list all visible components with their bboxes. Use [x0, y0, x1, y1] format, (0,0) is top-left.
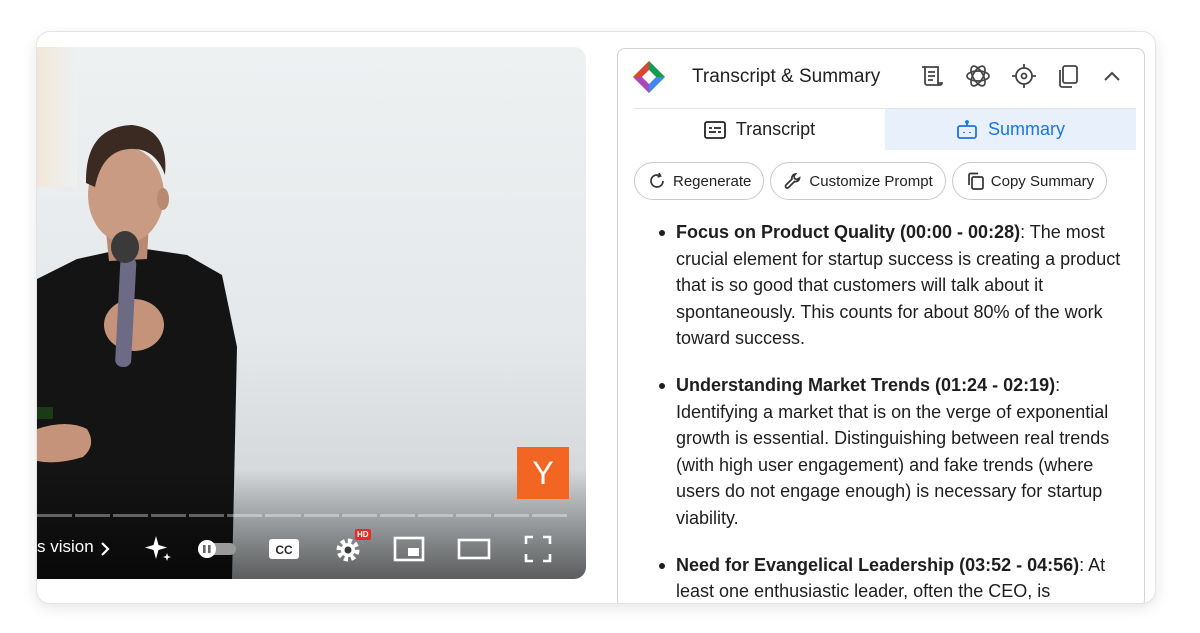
- chevron-up-icon[interactable]: [1098, 62, 1126, 90]
- tab-summary[interactable]: Summary: [885, 109, 1136, 150]
- summary-item: Understanding Market Trends (01:24 - 02:…: [656, 372, 1126, 532]
- crosshair-icon[interactable]: [1010, 62, 1038, 90]
- captions-icon[interactable]: CC: [267, 529, 301, 569]
- transcript-summary-panel: Transcript & Summary Transcript Summary …: [617, 48, 1145, 603]
- summary-list: Focus on Product Quality (00:00 - 00:28)…: [656, 219, 1126, 603]
- theater-mode-icon[interactable]: [455, 529, 493, 569]
- tab-transcript-label: Transcript: [735, 119, 816, 139]
- hd-badge: HD: [355, 529, 371, 540]
- tab-transcript[interactable]: Transcript: [634, 109, 885, 150]
- channel-logo[interactable]: Y: [517, 447, 569, 499]
- copy-summary-label: Copy Summary: [990, 172, 1095, 190]
- script-icon[interactable]: [918, 62, 946, 90]
- transcript-icon: [703, 120, 726, 139]
- panel-title: Transcript & Summary: [692, 66, 881, 87]
- customize-prompt-label: Customize Prompt: [809, 172, 933, 190]
- panel-header: Transcript & Summary: [618, 49, 1144, 104]
- summary-item: Need for Evangelical Leadership (03:52 -…: [656, 552, 1126, 603]
- progress-bar[interactable]: [37, 514, 568, 517]
- copy-summary-icon: [967, 172, 984, 190]
- video-player[interactable]: Y s vision CC HD: [37, 47, 586, 579]
- tab-summary-label: Summary: [987, 119, 1065, 139]
- summary-actions: Regenerate Customize Prompt Copy Summary: [634, 162, 1108, 202]
- summary-item: Focus on Product Quality (00:00 - 00:28)…: [656, 219, 1126, 352]
- chapter-chevron-icon[interactable]: [97, 529, 113, 569]
- regenerate-label: Regenerate: [673, 172, 752, 190]
- sparkle-icon[interactable]: [141, 529, 175, 569]
- regenerate-button[interactable]: Regenerate: [634, 162, 765, 200]
- player-controls: s vision CC HD: [37, 529, 586, 569]
- fullscreen-icon[interactable]: [521, 529, 555, 569]
- svg-text:CC: CC: [275, 543, 293, 557]
- summary-item-heading: Understanding Market Trends (01:24 - 02:…: [676, 374, 1056, 395]
- chatgpt-icon[interactable]: [964, 62, 992, 90]
- copy-summary-button[interactable]: Copy Summary: [951, 162, 1108, 200]
- chapter-title[interactable]: s vision: [37, 537, 94, 557]
- refresh-icon: [650, 172, 664, 188]
- extension-logo-icon: [633, 61, 665, 93]
- miniplayer-icon[interactable]: [391, 529, 427, 569]
- wrench-icon: [785, 172, 801, 189]
- autoplay-toggle[interactable]: [195, 529, 239, 569]
- customize-prompt-button[interactable]: Customize Prompt: [770, 162, 946, 200]
- summary-item-text: : Identifying a market that is on the ve…: [676, 374, 1110, 528]
- summary-item-heading: Need for Evangelical Leadership (03:52 -…: [676, 554, 1080, 575]
- summary-item-heading: Focus on Product Quality (00:00 - 00:28): [676, 222, 1021, 242]
- copy-icon[interactable]: [1054, 62, 1082, 90]
- settings-icon[interactable]: HD: [331, 529, 371, 569]
- robot-icon: [957, 119, 977, 139]
- app-frame: Y s vision CC HD Transcript & Summary Tr…: [36, 31, 1156, 604]
- tab-bar: Transcript Summary: [634, 108, 1136, 150]
